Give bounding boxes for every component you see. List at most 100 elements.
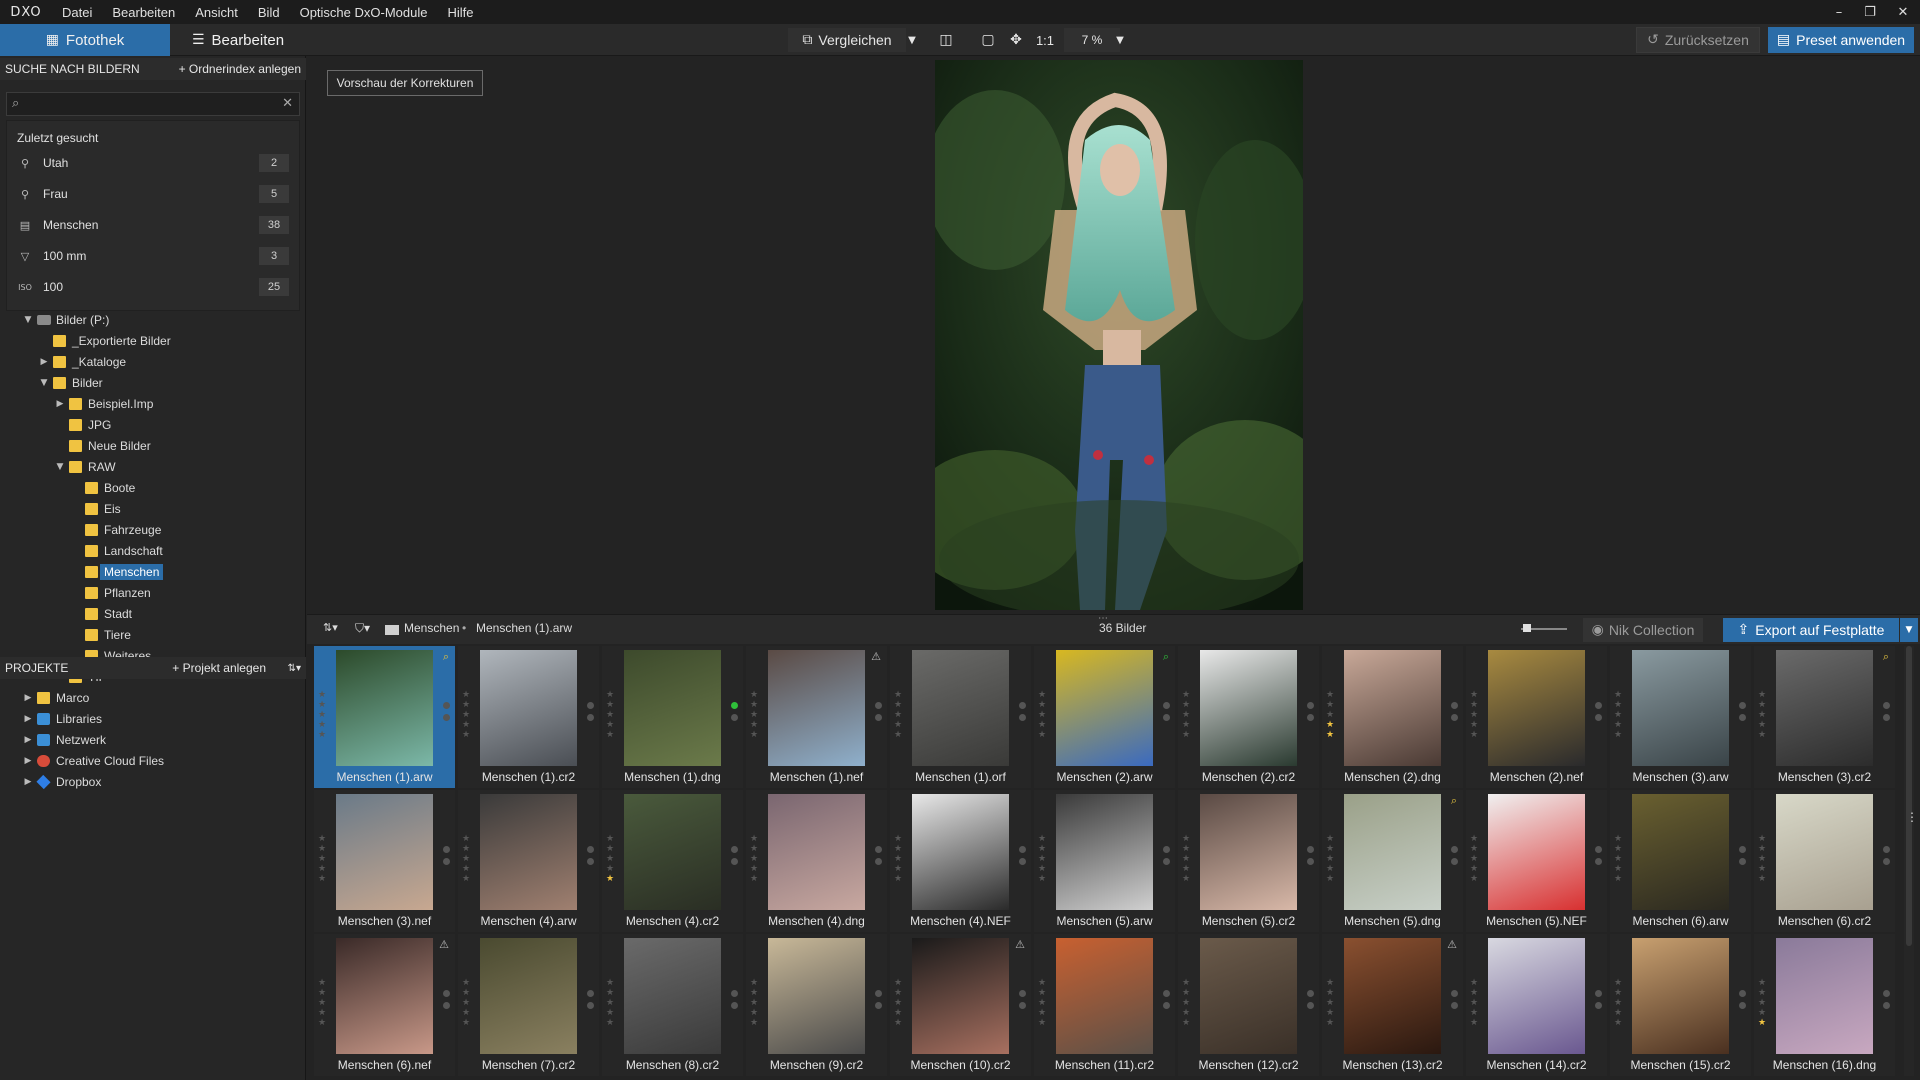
thumbnail-cell[interactable]: ★ ★ ★ ★ ★ Menschen (9).cr2 xyxy=(746,934,887,1076)
thumbnail-image[interactable] xyxy=(624,794,721,910)
tree-item[interactable]: Landschaft xyxy=(70,542,163,560)
star-rating[interactable]: ★ ★ ★ ★ ★ xyxy=(1758,978,1768,1028)
thumbnail-image[interactable] xyxy=(1488,938,1585,1054)
tree-item[interactable]: ▶ Libraries xyxy=(22,710,103,728)
minimize-icon[interactable]: – xyxy=(1822,0,1856,24)
thumbnail-image[interactable] xyxy=(1344,794,1441,910)
tree-item[interactable]: ▼ Bilder xyxy=(38,374,103,392)
menu-item[interactable]: Bearbeiten xyxy=(102,5,185,20)
star-rating[interactable]: ★ ★ ★ ★ ★ xyxy=(462,978,472,1028)
status-dots[interactable] xyxy=(443,702,451,726)
thumbnail-cell[interactable]: ★ ★ ★ ★ ★ Menschen (16).dng xyxy=(1754,934,1895,1076)
tab-fotothek[interactable]: ▦ Fotothek xyxy=(0,24,170,56)
thumbnail-image[interactable] xyxy=(1632,938,1729,1054)
thumbnail-image[interactable] xyxy=(1056,938,1153,1054)
thumbnail-cell[interactable]: ★ ★ ★ ★ ★ Menschen (6).cr2 xyxy=(1754,790,1895,932)
thumbnail-image[interactable] xyxy=(336,938,433,1054)
star-rating[interactable]: ★ ★ ★ ★ ★ xyxy=(606,690,616,740)
tree-item[interactable]: _Exportierte Bilder xyxy=(38,332,171,350)
thumbnail-image[interactable] xyxy=(1056,794,1153,910)
thumbnail-image[interactable] xyxy=(1200,794,1297,910)
star-rating[interactable]: ★ ★ ★ ★ ★ xyxy=(1038,978,1048,1028)
tree-item[interactable]: Neue Bilder xyxy=(54,437,151,455)
thumbnail-cell[interactable]: ★ ★ ★ ★ ★ Menschen (4).dng xyxy=(746,790,887,932)
star-rating[interactable]: ★ ★ ★ ★ ★ xyxy=(1614,690,1624,740)
fit-screen-icon[interactable]: ▢ xyxy=(976,28,1000,52)
expanded-arrow-icon[interactable]: ▼ xyxy=(38,378,50,388)
thumbnail-image[interactable] xyxy=(1344,650,1441,766)
collapsed-arrow-icon[interactable]: ▶ xyxy=(22,693,34,703)
sort-icon[interactable]: ⇅▾ xyxy=(288,663,301,674)
thumbnail-image[interactable] xyxy=(480,794,577,910)
menu-item[interactable]: Datei xyxy=(52,5,102,20)
tree-item[interactable]: ▶ Creative Cloud Files xyxy=(22,752,165,770)
thumbnail-cell[interactable]: ★ ★ ★ ★ ★ ⚠ Menschen (13).cr2 xyxy=(1322,934,1463,1076)
tree-item[interactable]: Fahrzeuge xyxy=(70,521,161,539)
thumbnail-image[interactable] xyxy=(1632,650,1729,766)
thumbnail-cell[interactable]: ★ ★ ★ ★ ★ ⌕ Menschen (2).arw xyxy=(1034,646,1175,788)
thumbnail-cell[interactable]: ★ ★ ★ ★ ★ Menschen (5).arw xyxy=(1034,790,1175,932)
status-dots[interactable] xyxy=(1595,846,1603,870)
thumbnail-image[interactable] xyxy=(768,650,865,766)
tree-item[interactable]: Pflanzen xyxy=(70,584,151,602)
thumbnail-cell[interactable]: ★ ★ ★ ★ ★ ⚠ Menschen (6).nef xyxy=(314,934,455,1076)
menu-item[interactable]: Optische DxO-Module xyxy=(290,5,438,20)
thumbnail-cell[interactable]: ★ ★ ★ ★ ★ ⌕ Menschen (3).cr2 xyxy=(1754,646,1895,788)
status-dots[interactable] xyxy=(731,702,739,726)
tree-item[interactable]: ▶ Netzwerk xyxy=(22,731,106,749)
thumbnail-cell[interactable]: ★ ★ ★ ★ ★ Menschen (1).orf xyxy=(890,646,1031,788)
expanded-arrow-icon[interactable]: ▼ xyxy=(22,315,34,325)
search-box[interactable]: ⌕ ✕ xyxy=(6,92,300,116)
tree-item[interactable]: ▼ RAW xyxy=(54,458,116,476)
thumbnail-cell[interactable]: ★ ★ ★ ★ ★ ⚠ Menschen (1).nef xyxy=(746,646,887,788)
tree-item[interactable]: ▼ Bilder (P:) xyxy=(22,311,110,329)
status-dots[interactable] xyxy=(1163,702,1171,726)
thumbnail-cell[interactable]: ★ ★ ★ ★ ★ Menschen (5).NEF xyxy=(1466,790,1607,932)
export-disk-button[interactable]: ⇪ Export auf Festplatte xyxy=(1723,618,1899,642)
thumbnail-cell[interactable]: ★ ★ ★ ★ ★ Menschen (11).cr2 xyxy=(1034,934,1175,1076)
thumbnail-image[interactable] xyxy=(1776,794,1873,910)
sort-order-icon[interactable]: ⇅▾ xyxy=(323,621,338,634)
menu-item[interactable]: Bild xyxy=(248,5,290,20)
thumbnail-image[interactable] xyxy=(480,938,577,1054)
star-rating[interactable]: ★ ★ ★ ★ ★ xyxy=(1470,834,1480,884)
status-dots[interactable] xyxy=(1451,990,1459,1014)
thumbnail-image[interactable] xyxy=(768,938,865,1054)
recent-search-item[interactable]: ⚲ Utah 2 xyxy=(7,151,299,175)
star-rating[interactable]: ★ ★ ★ ★ ★ xyxy=(1326,978,1336,1028)
tree-item[interactable]: Menschen xyxy=(70,563,164,581)
collapsed-arrow-icon[interactable]: ▶ xyxy=(22,714,34,724)
star-rating[interactable]: ★ ★ ★ ★ ★ xyxy=(462,834,472,884)
zoom-1to1-button[interactable]: 1:1 xyxy=(1032,28,1058,52)
recent-search-item[interactable]: ▤ Menschen 38 xyxy=(7,213,299,237)
thumbnail-image[interactable] xyxy=(912,650,1009,766)
thumbnail-cell[interactable]: ★ ★ ★ ★ ★ Menschen (15).cr2 xyxy=(1610,934,1751,1076)
main-photo[interactable] xyxy=(935,60,1303,610)
status-dots[interactable] xyxy=(1883,990,1891,1014)
status-dots[interactable] xyxy=(1595,990,1603,1014)
star-rating[interactable]: ★ ★ ★ ★ ★ xyxy=(894,978,904,1028)
status-dots[interactable] xyxy=(587,846,595,870)
status-dots[interactable] xyxy=(443,846,451,870)
status-dots[interactable] xyxy=(1883,846,1891,870)
expanded-arrow-icon[interactable]: ▼ xyxy=(54,462,66,472)
star-rating[interactable]: ★ ★ ★ ★ ★ xyxy=(606,834,616,884)
status-dots[interactable] xyxy=(1883,702,1891,726)
recent-search-item[interactable]: ▽ 100 mm 3 xyxy=(7,244,299,268)
status-dots[interactable] xyxy=(875,702,883,726)
thumbnail-image[interactable] xyxy=(1344,938,1441,1054)
star-rating[interactable]: ★ ★ ★ ★ ★ xyxy=(750,978,760,1028)
star-rating[interactable]: ★ ★ ★ ★ ★ xyxy=(462,690,472,740)
thumbnail-image[interactable] xyxy=(1200,938,1297,1054)
star-rating[interactable]: ★ ★ ★ ★ ★ xyxy=(1470,690,1480,740)
star-rating[interactable]: ★ ★ ★ ★ ★ xyxy=(318,690,328,740)
nik-collection-button[interactable]: ◉ Nik Collection xyxy=(1583,618,1703,642)
add-folder-index-button[interactable]: + Ordnerindex anlegen xyxy=(179,62,301,76)
preview-corrections-button[interactable]: Vorschau der Korrekturen xyxy=(327,70,483,96)
thumbnail-cell[interactable]: ★ ★ ★ ★ ★ ⌕ Menschen (5).dng xyxy=(1322,790,1463,932)
collapsed-arrow-icon[interactable]: ▶ xyxy=(22,777,34,787)
star-rating[interactable]: ★ ★ ★ ★ ★ xyxy=(894,834,904,884)
tree-item[interactable]: ▶ Dropbox xyxy=(22,773,101,791)
compare-dropdown-icon[interactable]: ▼ xyxy=(900,28,924,52)
move-icon[interactable]: ✥ xyxy=(1004,28,1028,52)
